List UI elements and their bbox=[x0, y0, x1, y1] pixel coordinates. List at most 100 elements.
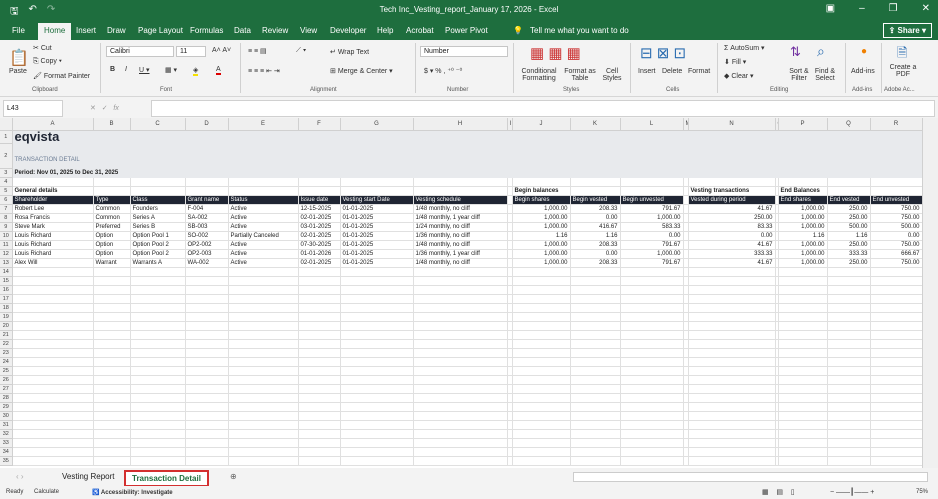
cell-N35[interactable] bbox=[688, 456, 776, 466]
cell-H24[interactable] bbox=[413, 357, 508, 367]
cell-L20[interactable] bbox=[620, 321, 684, 331]
table-cell[interactable]: 1,000.00 bbox=[512, 204, 571, 214]
cell-K28[interactable] bbox=[570, 393, 621, 403]
formula-buttons[interactable]: ✕ ✓ fx bbox=[90, 104, 119, 112]
cell-A32[interactable] bbox=[12, 429, 94, 439]
cell-F21[interactable] bbox=[298, 330, 341, 340]
table-cell[interactable]: 333.33 bbox=[688, 249, 776, 259]
table-cell[interactable]: Active bbox=[228, 213, 299, 223]
cell-F18[interactable] bbox=[298, 303, 341, 313]
cell-A31[interactable] bbox=[12, 420, 94, 430]
accessibility-button[interactable]: ♿ Accessibility: Investigate bbox=[92, 489, 173, 496]
cell-L17[interactable] bbox=[620, 294, 684, 304]
ribbon-tab-view[interactable]: View bbox=[300, 26, 317, 35]
cell-C32[interactable] bbox=[130, 429, 186, 439]
cell-Q16[interactable] bbox=[827, 285, 871, 295]
cell-G2[interactable] bbox=[340, 143, 414, 169]
table-cell[interactable]: 1,000.00 bbox=[778, 213, 828, 223]
cell-R4[interactable] bbox=[870, 177, 922, 187]
cell-Q33[interactable] bbox=[827, 438, 871, 448]
cell-J25[interactable] bbox=[512, 366, 571, 376]
cell-J29[interactable] bbox=[512, 402, 571, 412]
cell-R3[interactable] bbox=[870, 168, 922, 178]
cell-R30[interactable] bbox=[870, 411, 922, 421]
row-header-10[interactable]: 10 bbox=[0, 231, 13, 241]
cell-H18[interactable] bbox=[413, 303, 508, 313]
cell-F25[interactable] bbox=[298, 366, 341, 376]
cell-A29[interactable] bbox=[12, 402, 94, 412]
table-cell[interactable]: 500.00 bbox=[827, 222, 871, 232]
cell-E35[interactable] bbox=[228, 456, 299, 466]
cell-K5[interactable] bbox=[570, 186, 621, 196]
name-box[interactable]: L43 bbox=[3, 100, 63, 117]
cell-F4[interactable] bbox=[298, 177, 341, 187]
clear-button[interactable]: ◆ Clear ▾ bbox=[724, 72, 754, 80]
table-cell[interactable]: Warrant bbox=[93, 258, 131, 268]
cell-C21[interactable] bbox=[130, 330, 186, 340]
cell-K14[interactable] bbox=[570, 267, 621, 277]
cell-Q31[interactable] bbox=[827, 420, 871, 430]
table-cell[interactable]: Active bbox=[228, 240, 299, 250]
cell-D35[interactable] bbox=[185, 456, 229, 466]
table-cell[interactable]: 250.00 bbox=[827, 213, 871, 223]
cell-D34[interactable] bbox=[185, 447, 229, 457]
table-cell[interactable]: Warrants A bbox=[130, 258, 186, 268]
column-label[interactable]: Issue date bbox=[298, 195, 341, 205]
cell-P24[interactable] bbox=[778, 357, 828, 367]
cell-Q35[interactable] bbox=[827, 456, 871, 466]
cell-F20[interactable] bbox=[298, 321, 341, 331]
cell-C33[interactable] bbox=[130, 438, 186, 448]
cell-F31[interactable] bbox=[298, 420, 341, 430]
cell-A33[interactable] bbox=[12, 438, 94, 448]
cell-D23[interactable] bbox=[185, 348, 229, 358]
row-header-8[interactable]: 8 bbox=[0, 213, 13, 223]
cut-button[interactable]: ✂ Cut bbox=[33, 44, 52, 52]
table-cell[interactable]: 1/24 monthly, no cliff bbox=[413, 222, 508, 232]
table-cell[interactable]: 02-01-2025 bbox=[298, 213, 341, 223]
cell-Q1[interactable] bbox=[827, 130, 871, 144]
table-cell[interactable]: 1,000.00 bbox=[778, 249, 828, 259]
table-cell[interactable]: Robert Lee bbox=[12, 204, 94, 214]
cell-D3[interactable] bbox=[185, 168, 229, 178]
table-cell[interactable]: 1/48 monthly, no cliff bbox=[413, 240, 508, 250]
table-cell[interactable]: 07-30-2025 bbox=[298, 240, 341, 250]
table-cell[interactable]: 1,000.00 bbox=[512, 249, 571, 259]
table-cell[interactable]: Partially Canceled bbox=[228, 231, 299, 241]
table-cell[interactable]: 250.00 bbox=[827, 240, 871, 250]
cell-G22[interactable] bbox=[340, 339, 414, 349]
orientation-icon[interactable]: ⟋ ▾ bbox=[296, 47, 306, 55]
cell-J19[interactable] bbox=[512, 312, 571, 322]
cell-N17[interactable] bbox=[688, 294, 776, 304]
table-cell[interactable]: SO-002 bbox=[185, 231, 229, 241]
close-button[interactable]: ✕ bbox=[922, 3, 930, 14]
cell-R15[interactable] bbox=[870, 276, 922, 286]
cell-L19[interactable] bbox=[620, 312, 684, 322]
column-header-K[interactable]: K bbox=[570, 118, 621, 131]
sheet-tab-transaction-detail[interactable]: Transaction Detail bbox=[124, 470, 209, 487]
cell-D16[interactable] bbox=[185, 285, 229, 295]
cell-D1[interactable] bbox=[185, 130, 229, 144]
table-cell[interactable]: 0.00 bbox=[870, 231, 922, 241]
cell-G31[interactable] bbox=[340, 420, 414, 430]
cell-Q25[interactable] bbox=[827, 366, 871, 376]
column-label[interactable]: End unvested bbox=[870, 195, 922, 205]
table-cell[interactable]: Option bbox=[93, 240, 131, 250]
format-as-table-button[interactable]: Format as Table bbox=[563, 68, 597, 82]
cell-H28[interactable] bbox=[413, 393, 508, 403]
cell-J34[interactable] bbox=[512, 447, 571, 457]
cell-P26[interactable] bbox=[778, 375, 828, 385]
cell-L26[interactable] bbox=[620, 375, 684, 385]
table-cell[interactable]: 01-01-2025 bbox=[340, 258, 414, 268]
find-select-button[interactable]: Find & Select bbox=[812, 68, 838, 82]
cell-F15[interactable] bbox=[298, 276, 341, 286]
formula-input[interactable] bbox=[151, 100, 935, 117]
autosum-button[interactable]: Σ AutoSum ▾ bbox=[724, 44, 765, 52]
cell-Q32[interactable] bbox=[827, 429, 871, 439]
cell-G24[interactable] bbox=[340, 357, 414, 367]
cell-A20[interactable] bbox=[12, 321, 94, 331]
table-cell[interactable]: 1,000.00 bbox=[512, 213, 571, 223]
table-cell[interactable]: 01-01-2025 bbox=[340, 249, 414, 259]
cell-Q24[interactable] bbox=[827, 357, 871, 367]
cell-H26[interactable] bbox=[413, 375, 508, 385]
cell-E20[interactable] bbox=[228, 321, 299, 331]
